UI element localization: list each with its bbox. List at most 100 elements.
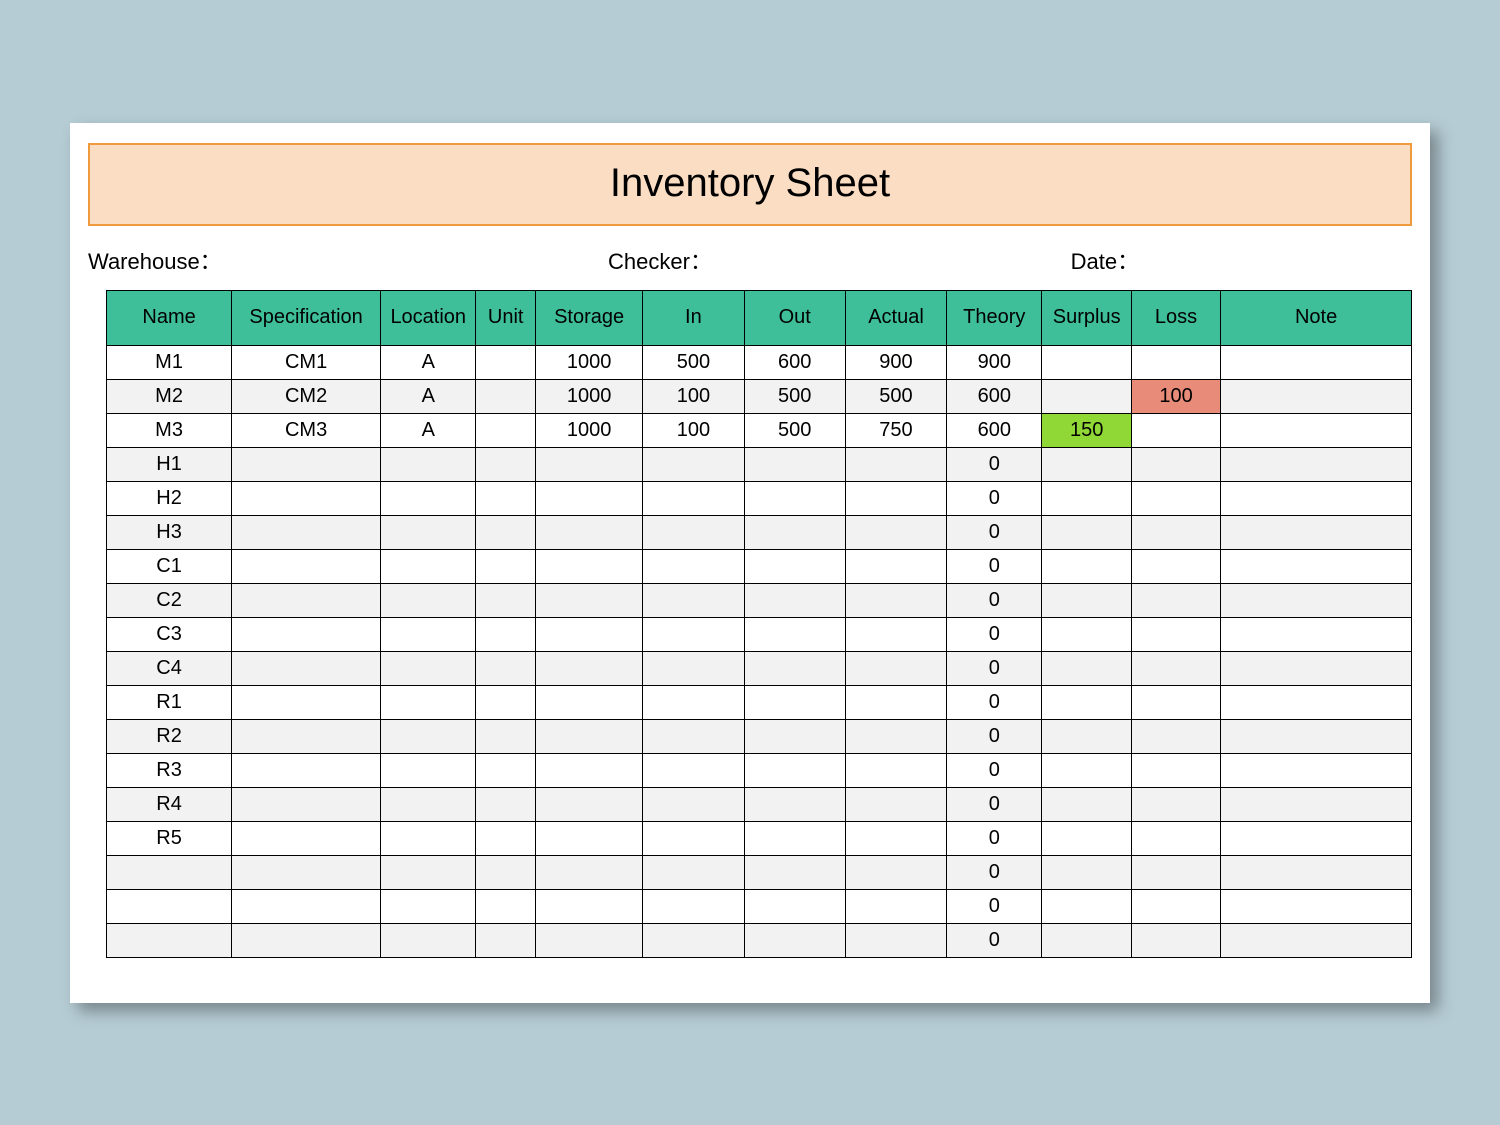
- cell-surplus[interactable]: [1042, 787, 1131, 821]
- cell-theory[interactable]: 0: [947, 651, 1042, 685]
- cell-storage[interactable]: [536, 651, 643, 685]
- cell-loss[interactable]: [1131, 787, 1220, 821]
- cell-actual[interactable]: [845, 583, 946, 617]
- cell-storage[interactable]: [536, 787, 643, 821]
- col-header[interactable]: Theory: [947, 290, 1042, 345]
- cell-storage[interactable]: 1000: [536, 345, 643, 379]
- cell-surplus[interactable]: [1042, 821, 1131, 855]
- cell-out[interactable]: [744, 889, 845, 923]
- cell-storage[interactable]: [536, 719, 643, 753]
- cell-unit[interactable]: [476, 821, 536, 855]
- cell-out[interactable]: [744, 481, 845, 515]
- cell-storage[interactable]: [536, 549, 643, 583]
- col-header[interactable]: Surplus: [1042, 290, 1131, 345]
- cell-theory[interactable]: 0: [947, 447, 1042, 481]
- cell-surplus[interactable]: [1042, 515, 1131, 549]
- cell-theory[interactable]: 0: [947, 583, 1042, 617]
- col-header[interactable]: Note: [1221, 290, 1412, 345]
- cell-spec[interactable]: [232, 481, 381, 515]
- cell-note[interactable]: [1221, 617, 1412, 651]
- cell-in[interactable]: [643, 617, 744, 651]
- cell-loc[interactable]: A: [381, 413, 476, 447]
- cell-loss[interactable]: [1131, 447, 1220, 481]
- cell-loss[interactable]: [1131, 651, 1220, 685]
- cell-unit[interactable]: [476, 583, 536, 617]
- cell-surplus[interactable]: [1042, 345, 1131, 379]
- cell-storage[interactable]: [536, 481, 643, 515]
- cell-actual[interactable]: [845, 447, 946, 481]
- cell-out[interactable]: 500: [744, 379, 845, 413]
- cell-spec[interactable]: [232, 549, 381, 583]
- cell-out[interactable]: [744, 719, 845, 753]
- cell-loc[interactable]: [381, 617, 476, 651]
- cell-actual[interactable]: [845, 685, 946, 719]
- cell-unit[interactable]: [476, 787, 536, 821]
- cell-out[interactable]: [744, 583, 845, 617]
- cell-out[interactable]: [744, 515, 845, 549]
- cell-in[interactable]: 100: [643, 413, 744, 447]
- cell-theory[interactable]: 0: [947, 617, 1042, 651]
- cell-storage[interactable]: [536, 447, 643, 481]
- cell-name[interactable]: H2: [107, 481, 232, 515]
- cell-in[interactable]: [643, 855, 744, 889]
- cell-theory[interactable]: 600: [947, 413, 1042, 447]
- cell-surplus[interactable]: [1042, 685, 1131, 719]
- cell-unit[interactable]: [476, 855, 536, 889]
- cell-loss[interactable]: [1131, 549, 1220, 583]
- cell-note[interactable]: [1221, 651, 1412, 685]
- cell-loc[interactable]: [381, 753, 476, 787]
- cell-name[interactable]: H1: [107, 447, 232, 481]
- cell-unit[interactable]: [476, 617, 536, 651]
- cell-out[interactable]: [744, 787, 845, 821]
- cell-in[interactable]: [643, 515, 744, 549]
- cell-name[interactable]: H3: [107, 515, 232, 549]
- cell-loss[interactable]: [1131, 719, 1220, 753]
- cell-note[interactable]: [1221, 889, 1412, 923]
- cell-spec[interactable]: [232, 685, 381, 719]
- cell-name[interactable]: C4: [107, 651, 232, 685]
- cell-loss[interactable]: 100: [1131, 379, 1220, 413]
- cell-name[interactable]: [107, 923, 232, 957]
- cell-spec[interactable]: [232, 719, 381, 753]
- cell-name[interactable]: C2: [107, 583, 232, 617]
- cell-storage[interactable]: [536, 821, 643, 855]
- cell-unit[interactable]: [476, 651, 536, 685]
- cell-out[interactable]: [744, 685, 845, 719]
- cell-name[interactable]: [107, 855, 232, 889]
- cell-loss[interactable]: [1131, 923, 1220, 957]
- cell-loss[interactable]: [1131, 481, 1220, 515]
- cell-theory[interactable]: 900: [947, 345, 1042, 379]
- cell-actual[interactable]: [845, 821, 946, 855]
- cell-out[interactable]: [744, 855, 845, 889]
- cell-actual[interactable]: [845, 855, 946, 889]
- cell-theory[interactable]: 0: [947, 855, 1042, 889]
- cell-note[interactable]: [1221, 413, 1412, 447]
- cell-surplus[interactable]: [1042, 923, 1131, 957]
- cell-theory[interactable]: 0: [947, 719, 1042, 753]
- cell-in[interactable]: [643, 481, 744, 515]
- col-header[interactable]: Actual: [845, 290, 946, 345]
- cell-note[interactable]: [1221, 345, 1412, 379]
- cell-loc[interactable]: [381, 685, 476, 719]
- cell-loss[interactable]: [1131, 855, 1220, 889]
- cell-loss[interactable]: [1131, 515, 1220, 549]
- cell-in[interactable]: [643, 447, 744, 481]
- cell-theory[interactable]: 0: [947, 549, 1042, 583]
- cell-actual[interactable]: 900: [845, 345, 946, 379]
- cell-loc[interactable]: [381, 719, 476, 753]
- cell-storage[interactable]: 1000: [536, 413, 643, 447]
- cell-theory[interactable]: 0: [947, 515, 1042, 549]
- cell-loc[interactable]: [381, 787, 476, 821]
- cell-theory[interactable]: 0: [947, 787, 1042, 821]
- cell-actual[interactable]: [845, 753, 946, 787]
- cell-unit[interactable]: [476, 413, 536, 447]
- cell-actual[interactable]: [845, 481, 946, 515]
- cell-in[interactable]: [643, 889, 744, 923]
- cell-spec[interactable]: [232, 855, 381, 889]
- cell-in[interactable]: [643, 583, 744, 617]
- cell-in[interactable]: [643, 821, 744, 855]
- cell-unit[interactable]: [476, 685, 536, 719]
- cell-note[interactable]: [1221, 719, 1412, 753]
- cell-surplus[interactable]: [1042, 889, 1131, 923]
- cell-surplus[interactable]: [1042, 481, 1131, 515]
